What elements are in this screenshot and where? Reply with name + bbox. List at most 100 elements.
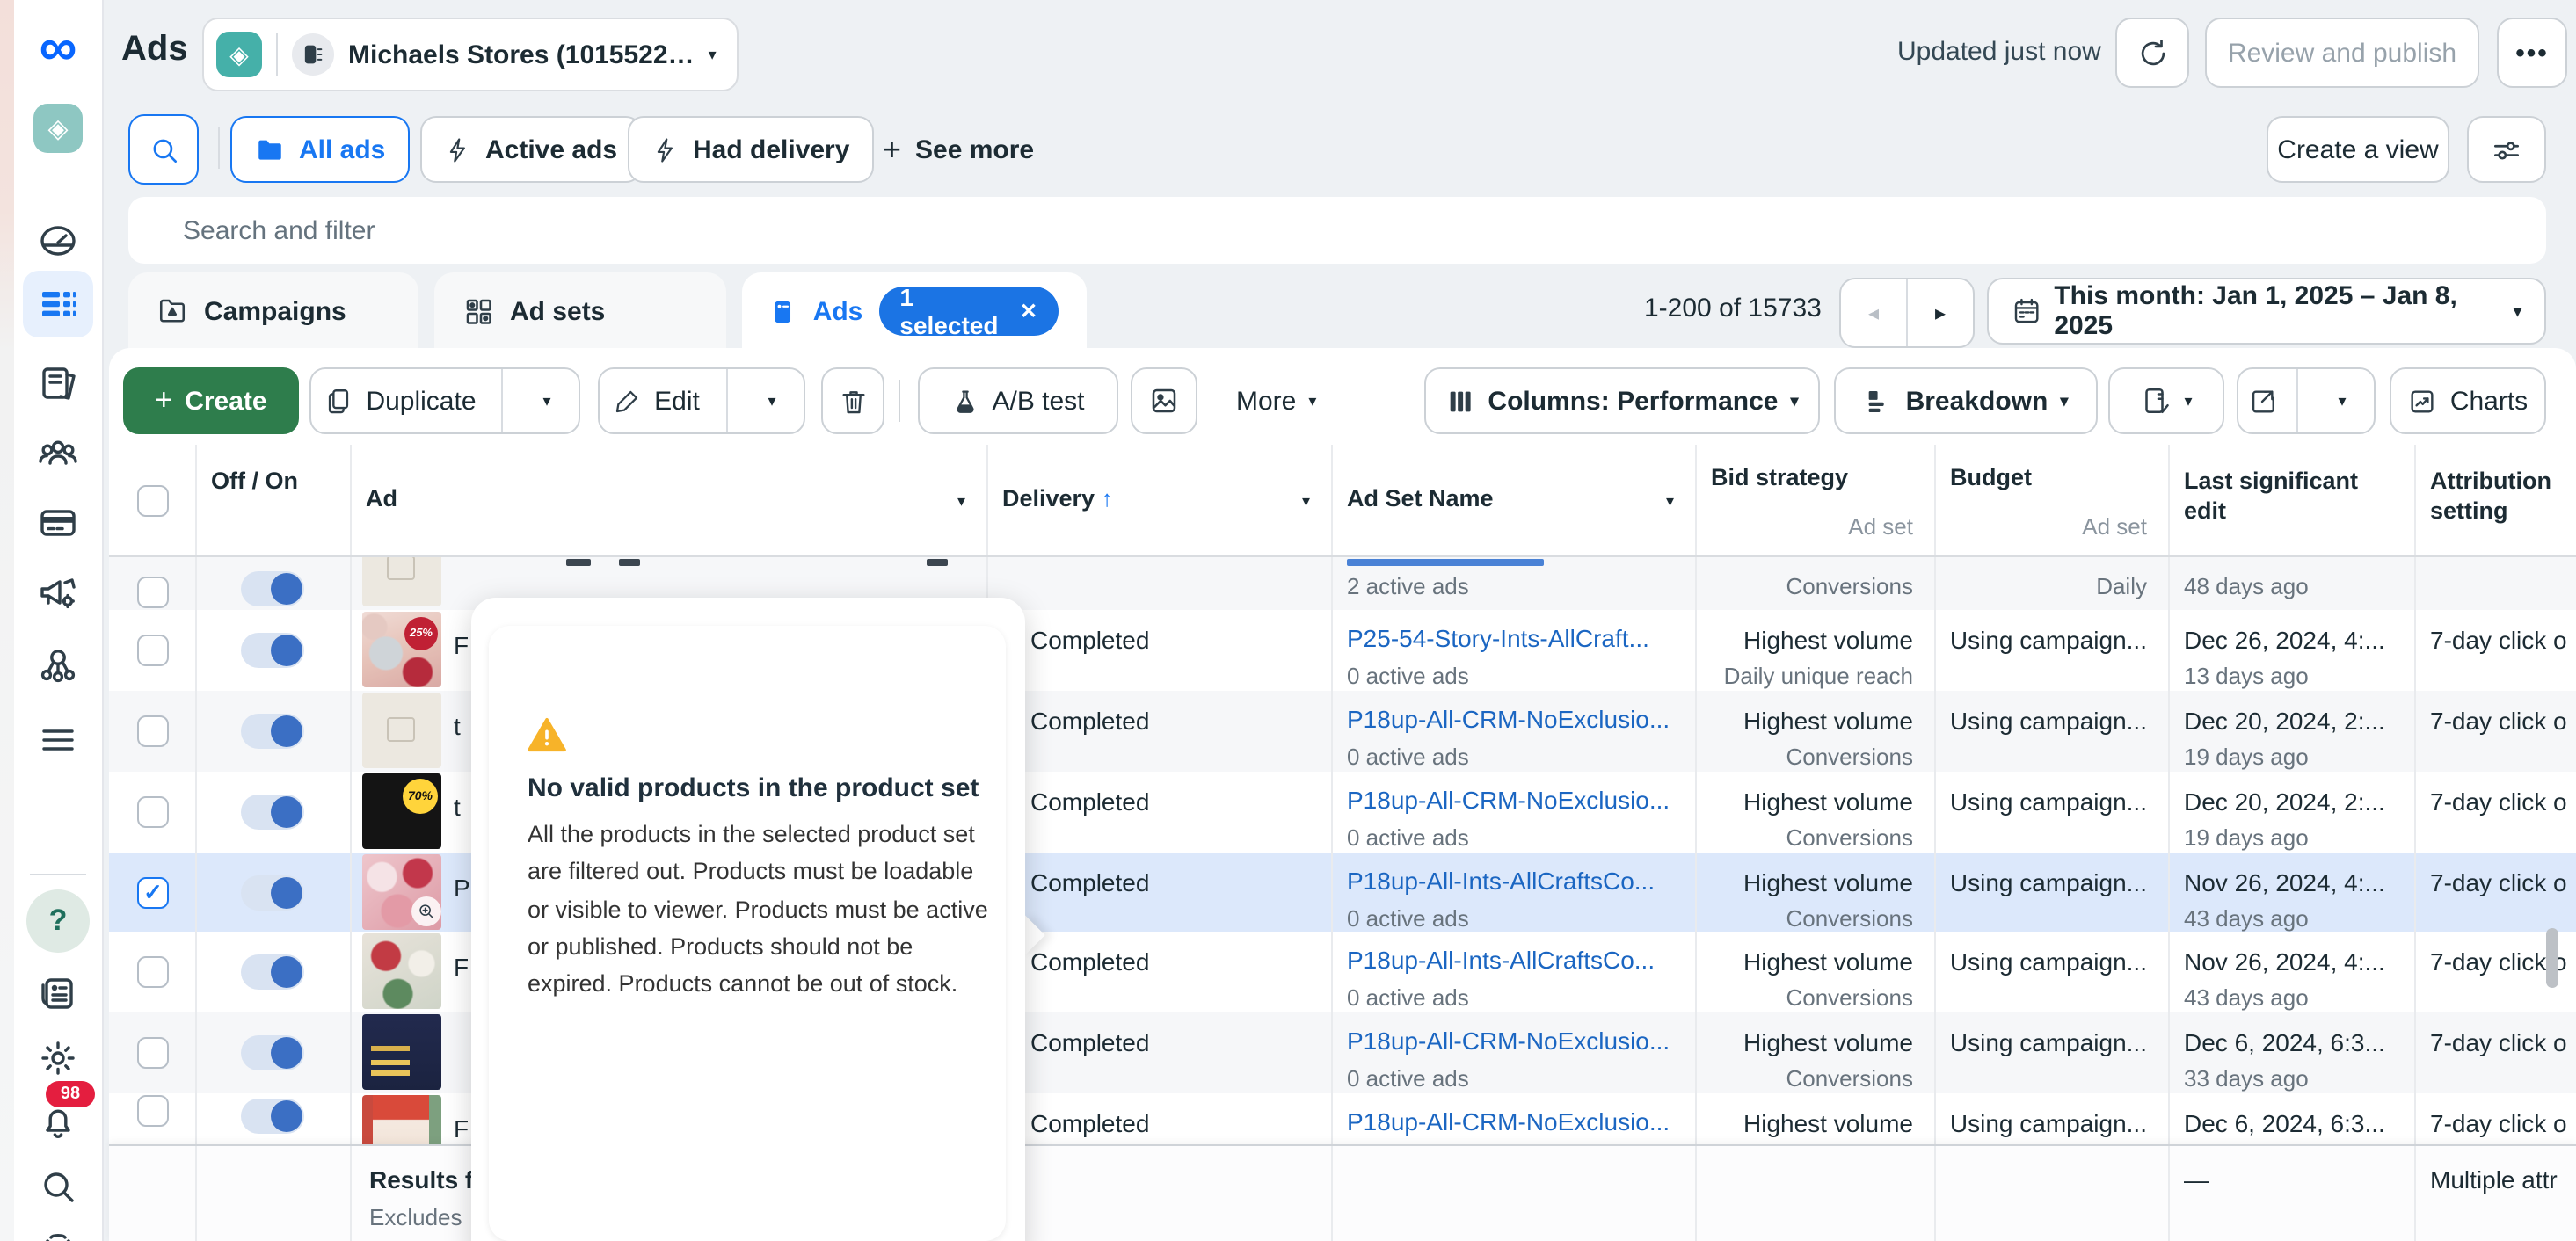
row-checkbox[interactable] [137, 956, 169, 988]
filter-settings-button[interactable] [2467, 116, 2546, 183]
ad-toggle[interactable] [241, 570, 304, 606]
filter-had-delivery[interactable]: Had delivery [628, 116, 874, 183]
ad-thumbnail[interactable] [362, 555, 441, 606]
adset-link[interactable]: P18up-All-Ints-AllCraftsCo... [1347, 946, 1655, 974]
see-more-filters[interactable]: + See more [883, 116, 1034, 183]
window-edge-strip [0, 0, 14, 1241]
header-onoff[interactable]: Off / On [197, 445, 352, 555]
sidebar-item-all-tools[interactable] [14, 710, 102, 770]
creative-preview-button[interactable] [1131, 367, 1197, 434]
ad-thumbnail[interactable] [362, 1014, 441, 1090]
chevron-down-icon[interactable]: ▾ [515, 391, 579, 410]
header-attribution[interactable]: Attribution setting [2416, 445, 2576, 555]
ad-toggle[interactable] [241, 633, 304, 668]
ad-thumbnail[interactable]: 25% [362, 612, 441, 687]
ad-toggle[interactable] [241, 954, 304, 990]
help-button[interactable]: ? [26, 889, 90, 953]
meta-logo[interactable]: ∞ [14, 19, 102, 79]
duplicate-icon [324, 386, 353, 416]
create-button[interactable]: + Create [123, 367, 299, 434]
sidebar-item-ads-reporting[interactable] [14, 353, 102, 413]
charts-button[interactable]: Charts [2390, 367, 2546, 434]
sidebar-item-campaigns[interactable] [14, 274, 102, 334]
search-button[interactable] [128, 114, 199, 185]
row-checkbox[interactable] [137, 1094, 169, 1126]
row-checkbox[interactable] [137, 1037, 169, 1069]
header-delivery[interactable]: Delivery ↑ ▾ [988, 445, 1333, 555]
create-a-view-button[interactable]: Create a view [2267, 116, 2449, 183]
row-checkbox[interactable] [137, 796, 169, 828]
ad-thumbnail[interactable] [362, 933, 441, 1009]
clear-selection-icon[interactable]: ✕ [1020, 299, 1037, 323]
row-checkbox[interactable] [137, 635, 169, 666]
sidebar-item-updates[interactable] [14, 963, 102, 1023]
select-all-checkbox[interactable] [137, 484, 169, 516]
adset-link[interactable]: P18up-All-CRM-NoExclusio... [1347, 786, 1670, 814]
notification-badge: 98 [46, 1081, 95, 1107]
sidebar-item-settings[interactable] [14, 1028, 102, 1088]
sidebar-item-ads-manager-app[interactable]: ◈ [14, 98, 102, 158]
header-bid-strategy[interactable]: Bid strategy Ad set [1697, 445, 1936, 555]
search-input[interactable]: Search and filter [128, 197, 2546, 264]
prev-page-button[interactable]: ◂ [1841, 279, 1908, 346]
filter-active-ads[interactable]: Active ads [420, 116, 642, 183]
row-checkbox[interactable] [137, 715, 169, 747]
filter-all-ads[interactable]: All ads [230, 116, 410, 183]
next-page-button[interactable]: ▸ [1908, 279, 1973, 346]
plus-icon: + [883, 131, 901, 168]
header-budget[interactable]: Budget Ad set [1936, 445, 2170, 555]
sidebar-item-advertising-settings[interactable] [14, 562, 102, 622]
row-checkbox-checked[interactable]: ✓ [137, 876, 169, 908]
ad-thumbnail[interactable] [362, 1095, 441, 1144]
chevron-down-icon[interactable]: ▾ [740, 391, 804, 410]
ad-toggle[interactable] [241, 875, 304, 910]
reports-button[interactable]: ▾ [2108, 367, 2224, 434]
ad-thumbnail[interactable]: 70% [362, 773, 441, 849]
adset-link[interactable]: P18up-All-CRM-NoExclusio... [1347, 1107, 1670, 1136]
date-range-selector[interactable]: This month: Jan 1, 2025 – Jan 8, 2025 ▾ [1987, 278, 2546, 345]
breakdown-button[interactable]: Breakdown ▾ [1834, 367, 2098, 434]
vertical-scrollbar[interactable] [2546, 928, 2558, 988]
tab-ads[interactable]: Ads 1 selected ✕ [742, 272, 1087, 350]
duplicate-button[interactable]: Duplicate ▾ [309, 367, 580, 434]
columns-button[interactable]: Columns: Performance ▾ [1424, 367, 1820, 434]
sidebar-item-bug-report[interactable] [14, 1220, 102, 1241]
sidebar-item-account-overview[interactable] [14, 211, 102, 271]
ad-toggle[interactable] [241, 1035, 304, 1070]
create-label: Create [185, 386, 266, 416]
ad-toggle[interactable] [241, 795, 304, 830]
sidebar-item-search[interactable] [14, 1157, 102, 1216]
header-last-edit[interactable]: Last significant edit [2170, 445, 2416, 555]
refresh-button[interactable] [2115, 18, 2189, 88]
warning-icon [528, 717, 566, 752]
tab-ad-sets[interactable]: Ad sets [434, 272, 726, 350]
header-adset-name[interactable]: Ad Set Name ▾ [1333, 445, 1697, 555]
search-icon [147, 133, 180, 166]
more-options-button[interactable]: ••• [2497, 18, 2567, 88]
ad-thumbnail[interactable] [362, 693, 441, 768]
ad-toggle[interactable] [241, 1098, 304, 1133]
breakdown-icon [1864, 386, 1894, 416]
ad-toggle[interactable] [241, 714, 304, 749]
delete-button[interactable] [821, 367, 884, 434]
sidebar-item-audiences[interactable] [14, 424, 102, 483]
ab-test-button[interactable]: A/B test [918, 367, 1118, 434]
header-ad[interactable]: Ad ▾ [352, 445, 988, 555]
adset-link[interactable]: P18up-All-CRM-NoExclusio... [1347, 1027, 1670, 1055]
adset-link[interactable]: P18up-All-Ints-AllCraftsCo... [1347, 867, 1655, 895]
sidebar-item-business-apps[interactable] [14, 635, 102, 694]
adset-link[interactable]: P18up-All-CRM-NoExclusio... [1347, 705, 1670, 733]
zoom-preview-icon[interactable] [411, 896, 441, 926]
create-a-view-label: Create a view [2277, 134, 2438, 164]
export-button[interactable]: ▾ [2237, 367, 2376, 434]
review-and-publish-button[interactable]: Review and publish [2205, 18, 2479, 88]
sidebar-item-billing[interactable] [14, 492, 102, 552]
more-actions-button[interactable]: More ▾ [1236, 367, 1316, 434]
tab-campaigns[interactable]: Campaigns [128, 272, 418, 350]
chevron-down-icon[interactable]: ▾ [2310, 391, 2374, 410]
adset-link[interactable]: P25-54-Story-Ints-AllCraft... [1347, 624, 1649, 652]
more-actions-label: More [1236, 386, 1296, 416]
row-checkbox[interactable] [137, 576, 169, 607]
account-selector[interactable]: ◈ Michaels Stores (1015522… ▾ [202, 18, 739, 91]
edit-button[interactable]: Edit ▾ [598, 367, 805, 434]
